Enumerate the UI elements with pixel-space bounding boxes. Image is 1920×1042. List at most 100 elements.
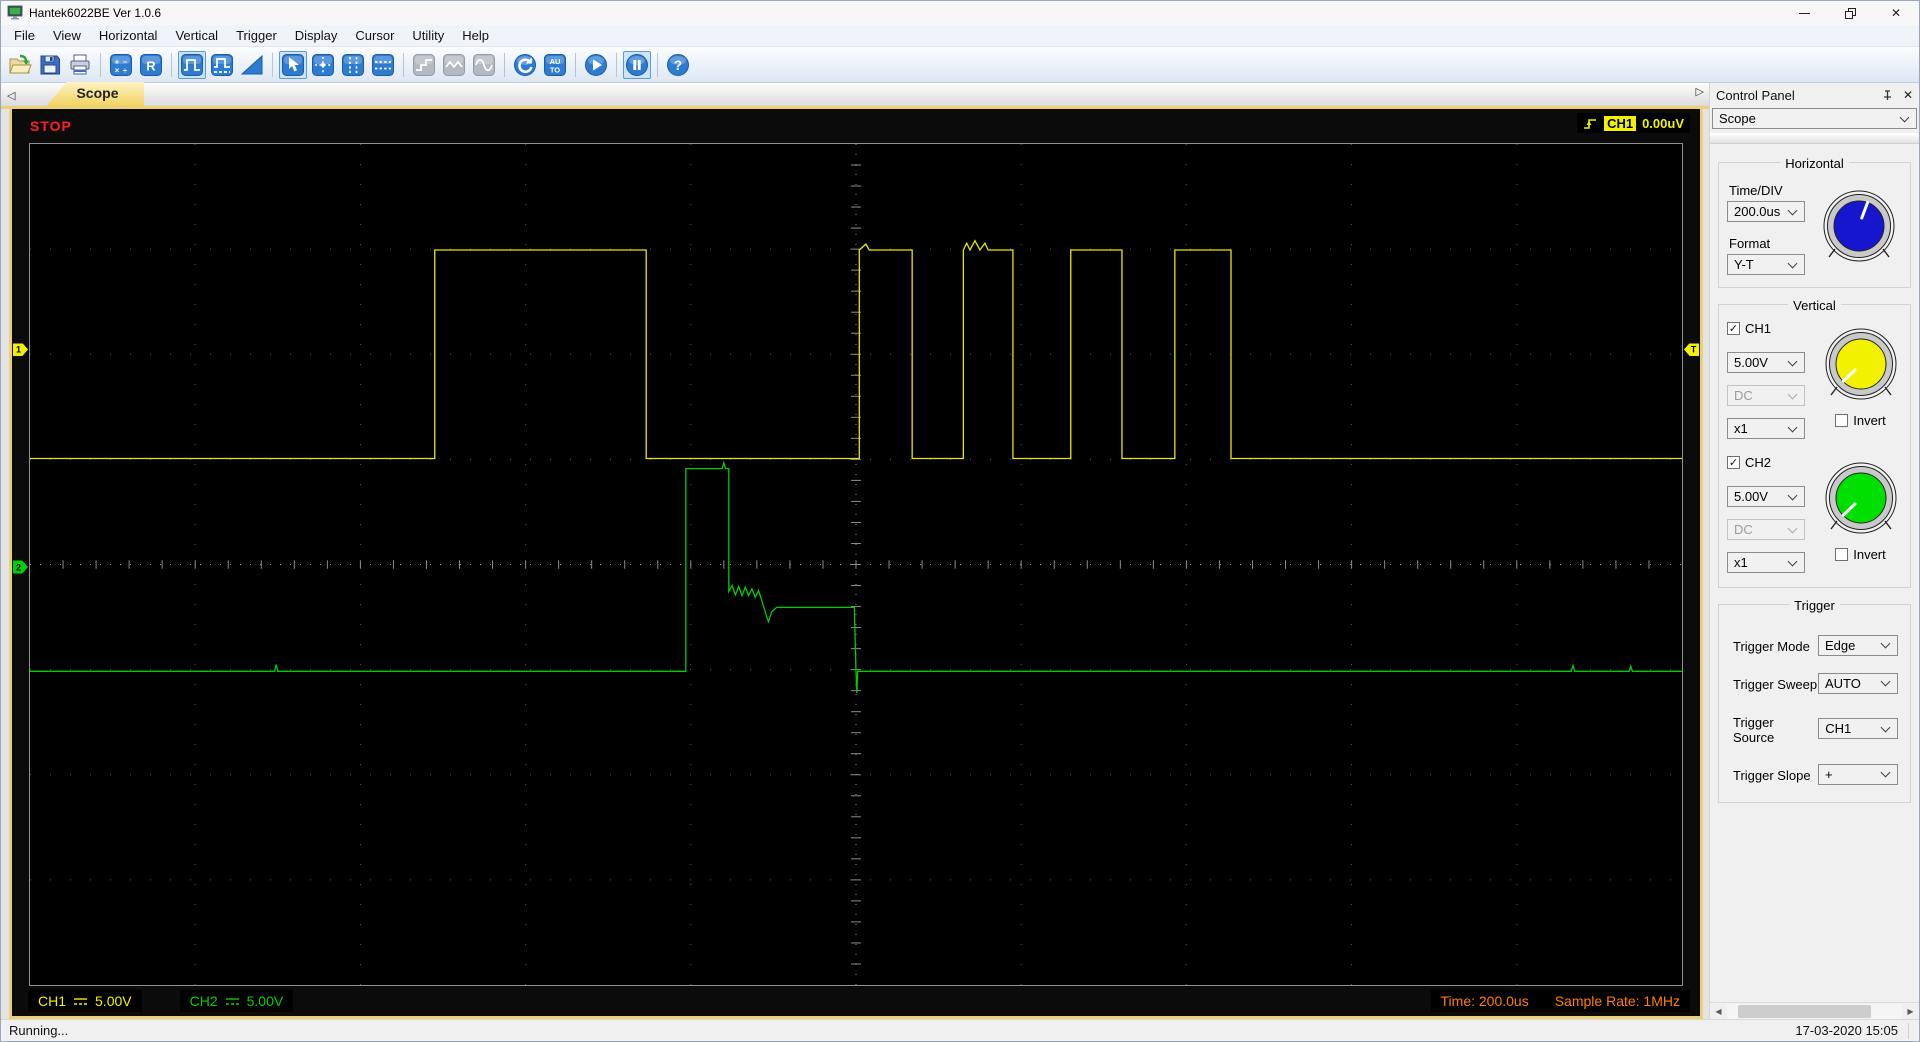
ch2-coupling-value: DC <box>1734 522 1753 537</box>
timebase-readout: Time: 200.0us Sample Rate: 1MHz <box>1431 990 1690 1012</box>
horizontal-cursor-button-icon[interactable] <box>369 51 397 79</box>
ch1-position-knob[interactable] <box>1824 327 1898 401</box>
svg-text:?: ? <box>674 58 682 73</box>
vertical-group: Vertical ✓ CH1 5.00V <box>1718 304 1911 588</box>
panel-scrollbar: ◀ ▶ <box>1710 1002 1919 1019</box>
ch1-volts-value: 5.00V <box>1734 355 1768 370</box>
reference-button-icon[interactable]: R <box>137 51 165 79</box>
menu-horizontal[interactable]: Horizontal <box>90 26 167 45</box>
open-button-icon[interactable] <box>6 51 34 79</box>
ch2-volts-select[interactable]: 5.00V <box>1727 486 1805 507</box>
step-wave-button-icon <box>410 51 438 79</box>
ch1-scale-readout: CH1 5.00V <box>28 990 142 1012</box>
ch1-invert-label: Invert <box>1853 413 1886 428</box>
trigger-sweep-select[interactable]: AUTO <box>1818 673 1898 694</box>
ch2-enable-checkbox[interactable]: ✓ <box>1727 456 1740 469</box>
graticule-svg <box>30 144 1682 985</box>
minimize-button[interactable] <box>1781 1 1827 25</box>
pin-icon[interactable] <box>1882 90 1893 101</box>
ch1-volts-div: 5.00V <box>95 993 132 1009</box>
panel-close-icon[interactable]: ✕ <box>1903 88 1913 102</box>
run-status: Running... <box>9 1023 68 1038</box>
ch1-coupling-value: DC <box>1734 388 1753 403</box>
menu-cursor[interactable]: Cursor <box>346 26 403 45</box>
trigger-group: Trigger Trigger Mode Edge Trigger Sweep … <box>1718 604 1911 803</box>
waveform-level-button-icon[interactable] <box>208 51 236 79</box>
scope-display: STOP CH1 0.00uV 1 2 <box>9 109 1703 1019</box>
pause-button-icon[interactable] <box>623 51 651 79</box>
panel-strip <box>1710 133 1919 144</box>
waveform-button-icon[interactable] <box>178 51 206 79</box>
menu-display[interactable]: Display <box>286 26 347 45</box>
tab-scope[interactable]: Scope <box>46 82 144 106</box>
chevron-down-icon <box>1788 523 1798 533</box>
start-button-icon[interactable] <box>582 51 610 79</box>
left-marker-rail: 1 2 <box>12 143 29 986</box>
scroll-left-icon[interactable]: ◀ <box>1710 1007 1727 1016</box>
help-button-icon[interactable]: ? <box>664 51 692 79</box>
close-button[interactable]: ✕ <box>1873 1 1919 25</box>
ch1-checkbox-label: CH1 <box>1745 321 1771 336</box>
ch2-probe-select[interactable]: x1 <box>1727 552 1805 573</box>
cursor-arrow-button-icon[interactable] <box>279 51 307 79</box>
print-button-icon[interactable] <box>66 51 94 79</box>
tabbar: ◁ Scope ▷ <box>1 83 1709 109</box>
panel-mode-select[interactable]: Scope <box>1712 108 1917 129</box>
trigger-sweep-value: AUTO <box>1825 676 1861 691</box>
menu-file[interactable]: File <box>5 26 44 45</box>
menu-view[interactable]: View <box>44 26 90 45</box>
trigger-source-value: CH1 <box>1825 721 1851 736</box>
format-select[interactable]: Y-T <box>1727 254 1805 275</box>
trigger-sweep-label: Trigger Sweep <box>1733 677 1817 692</box>
ch2-volts-value: 5.00V <box>1734 489 1768 504</box>
ch1-label: CH1 <box>38 993 66 1009</box>
restore-button[interactable] <box>1827 1 1873 25</box>
trigger-level-marker[interactable]: T <box>1684 343 1699 356</box>
menubar: FileViewHorizontalVerticalTriggerDisplay… <box>1 25 1919 47</box>
ch1-volts-select[interactable]: 5.00V <box>1727 352 1805 373</box>
scrollbar-track[interactable] <box>1727 1004 1902 1019</box>
trigger-source-select[interactable]: CH1 <box>1818 718 1898 739</box>
scroll-right-icon[interactable]: ▶ <box>1902 1007 1919 1016</box>
time-div-select[interactable]: 200.0us <box>1727 201 1805 222</box>
ch2-invert-checkbox[interactable] <box>1835 548 1848 561</box>
ch1-ground-marker[interactable]: 1 <box>13 343 28 356</box>
format-value: Y-T <box>1734 257 1754 272</box>
ch2-probe-value: x1 <box>1734 555 1748 570</box>
trigger-edge-icon <box>1583 115 1598 131</box>
menu-help[interactable]: Help <box>453 26 498 45</box>
menu-utility[interactable]: Utility <box>403 26 453 45</box>
time-div-label: Time/DIV <box>1729 183 1815 198</box>
trigger-slope-select[interactable]: + <box>1818 764 1898 785</box>
trigger-mode-select[interactable]: Edge <box>1818 635 1898 656</box>
vertical-cursor-button-icon[interactable] <box>339 51 367 79</box>
ch1-invert-checkbox[interactable] <box>1835 414 1848 427</box>
ch1-probe-select[interactable]: x1 <box>1727 418 1805 439</box>
svg-text:TO: TO <box>550 65 560 74</box>
ch1-enable-checkbox[interactable]: ✓ <box>1727 322 1740 335</box>
ch1-probe-value: x1 <box>1734 421 1748 436</box>
ch2-position-knob[interactable] <box>1824 461 1898 535</box>
ch2-ground-marker[interactable]: 2 <box>13 561 28 574</box>
menu-trigger[interactable]: Trigger <box>227 26 286 45</box>
sample-rate: Sample Rate: 1MHz <box>1555 993 1680 1009</box>
autoset-button-icon[interactable]: AUTO <box>541 51 569 79</box>
chevron-down-icon <box>1881 639 1891 649</box>
save-button-icon[interactable] <box>36 51 64 79</box>
math-button-icon[interactable]: +−×÷ <box>107 51 135 79</box>
horizontal-knob[interactable] <box>1822 189 1896 263</box>
track-cursor-button-icon[interactable] <box>309 51 337 79</box>
tab-scope-label: Scope <box>76 85 118 101</box>
ramp-button-icon[interactable] <box>238 51 266 79</box>
tab-scroll-right-icon[interactable]: ▷ <box>1690 85 1707 102</box>
svg-text:×: × <box>115 66 120 75</box>
refresh-button-icon[interactable] <box>511 51 539 79</box>
menu-vertical[interactable]: Vertical <box>166 26 227 45</box>
trigger-readout: CH1 0.00uV <box>1577 113 1690 133</box>
chevron-down-icon <box>1788 422 1798 432</box>
sine-wave-button-icon <box>470 51 498 79</box>
control-panel: Control Panel ✕ Scope Horizontal <box>1709 83 1919 1019</box>
graticule <box>29 143 1683 986</box>
scrollbar-thumb[interactable] <box>1738 1005 1871 1018</box>
tab-scroll-left-icon[interactable]: ◁ <box>1 89 18 106</box>
